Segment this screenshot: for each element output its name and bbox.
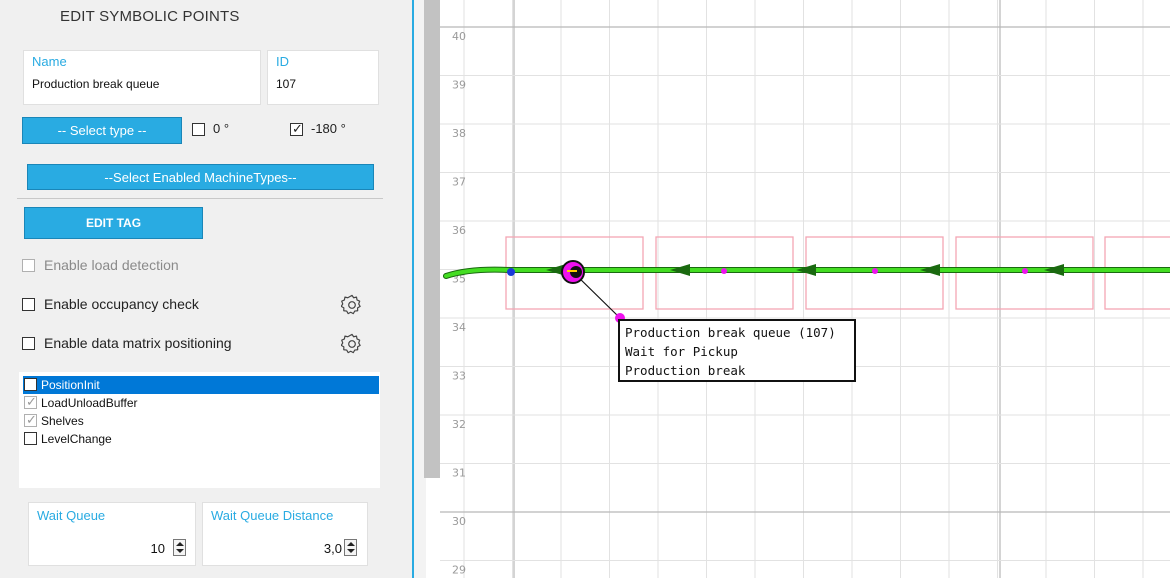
direction-arrow-icon <box>920 264 940 276</box>
y-axis-label: 31 <box>452 467 466 480</box>
waypoint-dot[interactable] <box>872 268 878 274</box>
load-detection-label: Enable load detection <box>44 257 179 273</box>
y-axis-label: 38 <box>452 127 466 140</box>
angle-180-checkbox[interactable] <box>290 121 303 137</box>
start-node[interactable] <box>507 268 515 276</box>
tooltip-line-action: Wait for Pickup <box>625 344 738 359</box>
panel-title: EDIT SYMBOLIC POINTS <box>60 8 240 25</box>
y-axis-label: 30 <box>452 515 466 528</box>
tag-label: PositionInit <box>41 378 100 392</box>
tag-label: LoadUnloadBuffer <box>41 396 138 410</box>
wait-queue-value[interactable]: 10 <box>151 541 165 556</box>
y-axis-label: 37 <box>452 176 466 189</box>
waypoint-dot[interactable] <box>721 268 727 274</box>
tag-label: LevelChange <box>41 432 112 446</box>
data-matrix-label: Enable data matrix positioning <box>44 335 232 351</box>
id-value[interactable]: 107 <box>276 77 296 91</box>
direction-arrow-icon <box>670 264 690 276</box>
name-field[interactable]: Name Production break queue <box>23 50 261 105</box>
wait-queue-distance-field[interactable]: Wait Queue Distance 3,0 <box>202 502 368 566</box>
occupancy-check-label: Enable occupancy check <box>44 296 199 312</box>
direction-arrow-icon <box>1044 264 1064 276</box>
edit-panel: EDIT SYMBOLIC POINTS Name Production bre… <box>0 0 412 578</box>
map-canvas[interactable]: 403938373635343332313029 <box>440 0 1170 578</box>
wait-queue-field[interactable]: Wait Queue 10 <box>28 502 196 566</box>
name-value[interactable]: Production break queue <box>32 77 159 91</box>
wait-queue-distance-value[interactable]: 3,0 <box>324 541 342 556</box>
y-axis-label: 33 <box>452 370 466 383</box>
name-label: Name <box>32 54 67 69</box>
tag-checkbox[interactable] <box>24 412 37 428</box>
occupancy-settings-gear-icon[interactable] <box>341 294 363 316</box>
tag-list[interactable]: PositionInit LoadUnloadBuffer Shelves Le… <box>19 372 380 488</box>
wait-queue-label: Wait Queue <box>37 508 106 523</box>
y-axis-label: 29 <box>452 564 466 577</box>
tag-list-item[interactable]: LoadUnloadBuffer <box>23 394 379 412</box>
y-axis-label: 34 <box>452 321 466 334</box>
waypoint-dot[interactable] <box>1022 268 1028 274</box>
id-label: ID <box>276 54 289 69</box>
angle-0-checkbox[interactable] <box>192 123 205 136</box>
wait-queue-spinner[interactable] <box>173 539 186 556</box>
tag-checkbox[interactable] <box>24 378 37 391</box>
y-axis-label: 40 <box>452 30 466 43</box>
load-detection-checkbox[interactable] <box>22 259 35 272</box>
select-machine-types-button[interactable]: --Select Enabled MachineTypes-- <box>27 164 374 190</box>
edit-tag-button[interactable]: EDIT TAG <box>24 207 203 239</box>
angle-0-label: 0 ° <box>213 121 230 136</box>
tag-list-item[interactable]: Shelves <box>23 412 379 430</box>
y-axis-label: 36 <box>452 224 466 237</box>
map-grid <box>440 0 1170 578</box>
tooltip-line-type: Production break <box>625 363 746 378</box>
occupancy-check-checkbox[interactable] <box>22 298 35 311</box>
tooltip-line-title: Production break queue (107) <box>625 325 836 340</box>
tag-list-item[interactable]: PositionInit <box>23 376 379 394</box>
point-tooltip: Production break queue (107) Wait for Pi… <box>618 319 856 382</box>
id-field[interactable]: ID 107 <box>267 50 379 105</box>
y-axis-label: 39 <box>452 79 466 92</box>
wait-queue-distance-label: Wait Queue Distance <box>211 508 334 523</box>
y-axis-label: 32 <box>452 418 466 431</box>
tag-checkbox[interactable] <box>24 394 37 410</box>
wait-queue-distance-spinner[interactable] <box>344 539 357 556</box>
tag-label: Shelves <box>41 414 84 428</box>
select-type-button[interactable]: -- Select type -- <box>22 117 182 144</box>
tag-checkbox[interactable] <box>24 432 37 445</box>
tag-list-item[interactable]: LevelChange <box>23 430 379 448</box>
panel-scrollbar-thumb[interactable] <box>424 0 440 478</box>
separator <box>17 198 383 199</box>
angle-180-label: -180 ° <box>311 121 346 136</box>
data-matrix-checkbox[interactable] <box>22 337 35 350</box>
data-matrix-settings-gear-icon[interactable] <box>341 333 363 355</box>
